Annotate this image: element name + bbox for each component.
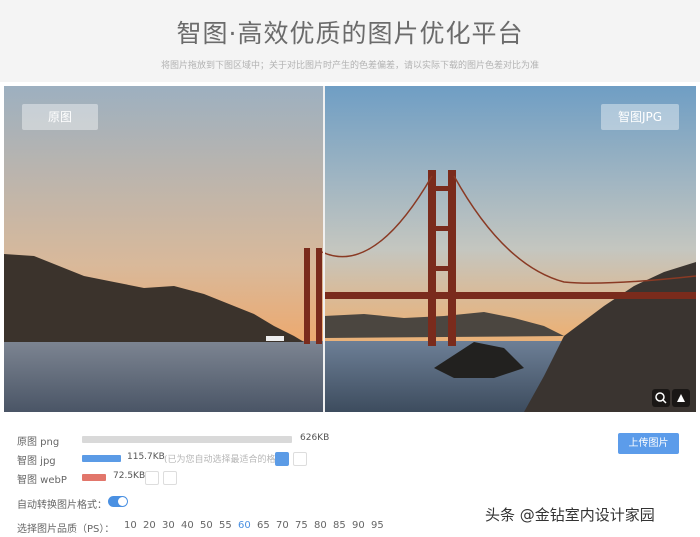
quality-option[interactable]: 80 xyxy=(314,520,327,531)
image-compare-area[interactable] xyxy=(4,86,696,412)
quality-option[interactable]: 40 xyxy=(181,520,194,531)
auto-convert-toggle[interactable] xyxy=(108,496,128,507)
size-bar xyxy=(82,436,292,443)
size-bar xyxy=(82,455,121,462)
auto-convert-label: 自动转换图片格式： xyxy=(17,500,107,511)
file-label: 智图 jpg xyxy=(17,456,56,467)
file-size: 72.5KB xyxy=(113,471,146,481)
watermark: 头条 @金钻室内设计家园 xyxy=(485,506,655,524)
file-row-jpg: 智图 jpg 115.7KB (已为您自动选择最适合的格式) xyxy=(17,452,337,467)
size-bar xyxy=(82,474,106,481)
eye-icon[interactable] xyxy=(275,452,289,466)
quality-option[interactable]: 70 xyxy=(276,520,289,531)
quality-option[interactable]: 75 xyxy=(295,520,308,531)
compare-divider[interactable] xyxy=(323,86,325,412)
upload-button[interactable]: 上传图片 xyxy=(618,433,679,454)
quality-option[interactable]: 85 xyxy=(333,520,346,531)
tools-icon[interactable] xyxy=(672,389,690,407)
auto-format-note: (已为您自动选择最适合的格式) xyxy=(164,455,289,465)
toggle-knob xyxy=(118,497,127,506)
compare-image xyxy=(4,86,696,412)
header: 智图·高效优质的图片优化平台 将图片拖放到下图区域中；关于对比图片时产生的色差偏… xyxy=(0,0,700,82)
download-icon[interactable] xyxy=(163,471,177,485)
quality-option[interactable]: 50 xyxy=(200,520,213,531)
page-title: 智图·高效优质的图片优化平台 xyxy=(176,19,524,48)
download-icon[interactable] xyxy=(293,452,307,466)
eye-icon[interactable] xyxy=(145,471,159,485)
quality-option[interactable]: 95 xyxy=(371,520,384,531)
quality-option[interactable]: 65 xyxy=(257,520,270,531)
file-row-webp: 智图 webP 72.5KB xyxy=(17,471,337,486)
quality-option[interactable]: 60 xyxy=(238,520,251,531)
file-label: 原图 png xyxy=(17,437,60,448)
quality-option[interactable]: 20 xyxy=(143,520,156,531)
quality-option[interactable]: 30 xyxy=(162,520,175,531)
file-size: 115.7KB xyxy=(127,452,165,462)
file-row-png: 原图 png 626KB xyxy=(17,433,337,448)
quality-option[interactable]: 10 xyxy=(124,520,137,531)
page-subtitle: 将图片拖放到下图区域中；关于对比图片时产生的色差偏差，请以实际下载的图片色差对比… xyxy=(160,61,539,71)
quality-row: 选择图片品质（PS）： xyxy=(17,520,137,535)
zoom-icon[interactable] xyxy=(652,389,670,407)
quality-option[interactable]: 90 xyxy=(352,520,365,531)
file-size: 626KB xyxy=(300,433,330,443)
file-label: 智图 webP xyxy=(17,475,67,486)
quality-option[interactable]: 55 xyxy=(219,520,232,531)
original-label: 原图 xyxy=(22,104,98,130)
quality-label: 选择图片品质（PS）： xyxy=(17,524,115,535)
optimized-label: 智图JPG xyxy=(601,104,679,130)
